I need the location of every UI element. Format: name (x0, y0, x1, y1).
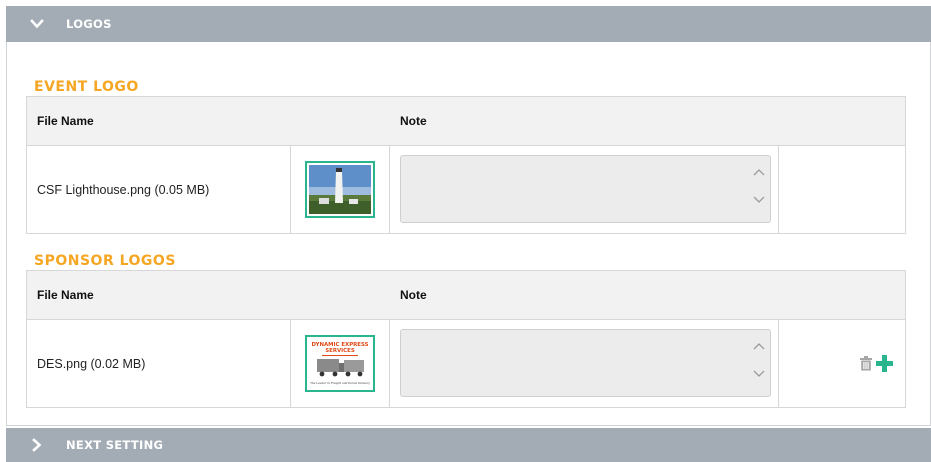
column-note: Note (400, 288, 427, 302)
logos-section-header[interactable]: LOGOS (6, 6, 931, 42)
sponsor-logos-table: File Name Note DES.png (0.02 MB) DYNAMIC… (26, 270, 906, 408)
note-scroll-arrows (752, 340, 766, 388)
table-row: CSF Lighthouse.png (0.05 MB) (27, 146, 905, 233)
sponsor-logo-image: DYNAMIC EXPRESS SERVICES The Leader in F… (308, 338, 372, 389)
svg-text:The Leader in Freight and Parc: The Leader in Freight and Parcel Deliver… (310, 381, 370, 385)
file-name-text: CSF Lighthouse.png (0.05 MB) (37, 182, 210, 197)
table-header: File Name Note (27, 97, 905, 146)
note-cell (390, 146, 779, 233)
note-cell (390, 320, 779, 407)
actions-cell (779, 146, 905, 233)
event-logo-title: EVENT LOGO (34, 79, 139, 95)
chevron-down-icon[interactable] (752, 192, 766, 206)
table-header: File Name Note (27, 271, 905, 320)
column-file-name: File Name (37, 288, 94, 302)
event-logo-thumbnail[interactable] (305, 161, 375, 218)
chevron-down-icon[interactable] (752, 366, 766, 380)
chevron-right-icon (32, 438, 42, 452)
chevron-down-icon (30, 19, 44, 29)
thumbnail-cell (291, 146, 390, 233)
next-setting-section-header[interactable]: NEXT SETTING (6, 428, 931, 462)
svg-text:SERVICES: SERVICES (325, 348, 355, 354)
note-textarea[interactable] (400, 329, 771, 397)
sponsor-logo-thumbnail[interactable]: DYNAMIC EXPRESS SERVICES The Leader in F… (305, 335, 375, 392)
chevron-up-icon[interactable] (752, 166, 766, 180)
trash-icon[interactable] (859, 356, 873, 371)
file-name-text: DES.png (0.02 MB) (37, 356, 146, 371)
logos-section-title: LOGOS (66, 17, 112, 31)
plus-icon[interactable] (876, 355, 893, 372)
event-logo-table: File Name Note CSF Lighthouse.png (0.05 … (26, 96, 906, 234)
note-textarea[interactable] (400, 155, 771, 223)
file-name-cell: CSF Lighthouse.png (0.05 MB) (27, 146, 291, 233)
next-setting-title: NEXT SETTING (66, 438, 164, 452)
file-name-cell: DES.png (0.02 MB) (27, 320, 291, 407)
sponsor-logos-title: SPONSOR LOGOS (34, 253, 176, 269)
actions-cell (779, 320, 905, 407)
column-file-name: File Name (37, 114, 94, 128)
note-scroll-arrows (752, 166, 766, 214)
lighthouse-image (309, 165, 371, 214)
table-row: DES.png (0.02 MB) DYNAMIC EXPRESS SERVIC… (27, 320, 905, 407)
chevron-up-icon[interactable] (752, 340, 766, 354)
thumbnail-cell: DYNAMIC EXPRESS SERVICES The Leader in F… (291, 320, 390, 407)
column-note: Note (400, 114, 427, 128)
